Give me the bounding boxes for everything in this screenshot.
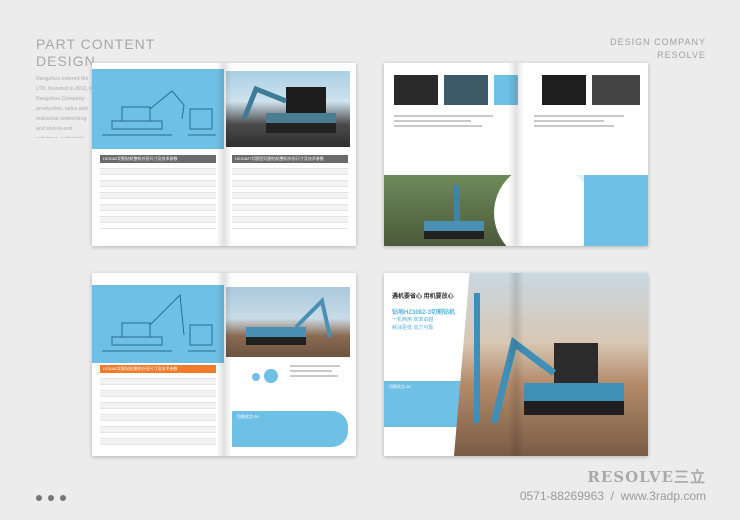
advantage-box-3: 切割优点 05 (232, 411, 348, 447)
brochure-spread-2 (384, 63, 648, 246)
footer-website[interactable]: www.3radp.com (621, 489, 706, 503)
accent-dot-small (252, 373, 260, 381)
spec-table-3-caption: HZ308Z切割钻机整机外形尺寸及技术参数 (100, 365, 216, 373)
advantage-box-4-title: 切割优点 04 (389, 384, 411, 389)
spec-table-3: HZ308Z切割钻机整机外形尺寸及技术参数 (100, 365, 216, 447)
title-line-1: PART CONTENT (36, 36, 156, 52)
dimension-diagram-panel-3 (92, 285, 224, 363)
pagination-dots[interactable] (36, 488, 72, 506)
excavator-dimension-drawing-3 (102, 293, 216, 352)
intro-paragraph: Hangzhou entered the LTD, founded in 201… (36, 76, 93, 138)
spec-table-left-caption: HZ308Z切割钻机整机外形尺寸及技术参数 (100, 155, 216, 163)
hero-excavator-photo (454, 273, 648, 456)
excavator-photo-3 (226, 287, 350, 357)
detail-text-block-left (394, 115, 504, 130)
footer-phone: 0571-88269963 (519, 489, 604, 503)
text-block-3 (290, 365, 346, 380)
detail-text-block-right (534, 115, 634, 130)
spec-table-right-caption: HZ308ZT切割型切割钻机整机外形尺寸及技术参数 (232, 155, 348, 163)
spec-table-left: HZ308Z切割钻机整机外形尺寸及技术参数 (100, 155, 216, 233)
page-dot-2[interactable] (48, 495, 54, 501)
brochure-spread-1: HZ308Z切割钻机整机外形尺寸及技术参数 HZ308ZT切割型切割钻机整机外形… (92, 63, 356, 246)
accent-dot-large (264, 369, 278, 383)
footer-brand: RESOLVE三立 (587, 468, 706, 486)
detail-photo-3 (542, 75, 586, 105)
brochure-spread-3: HZ308Z切割钻机整机外形尺寸及技术参数 切割优点 05 (92, 273, 356, 456)
excavator-dimension-drawing (102, 90, 216, 136)
detail-photo-2 (444, 75, 488, 105)
detail-photo-1 (394, 75, 438, 105)
company-name-line-1: DESIGN COMPANY (610, 37, 706, 47)
brochure-spread-4: 遇机要省心 用机要放心 钻地HZ308Z-3切割钻机 一机两用 效率卓越 耗油更… (384, 273, 648, 456)
company-block: DESIGN COMPANY RESOLVE (610, 36, 706, 62)
page-dot-3[interactable] (60, 495, 66, 501)
excavator-photo (226, 71, 350, 147)
hero-excavator-illustration (474, 293, 624, 424)
detail-photo-4 (592, 75, 640, 105)
footer-contact: 0571-88269963 / www.3radp.com (519, 489, 706, 503)
dimension-diagram-panel (92, 69, 224, 149)
company-name-line-2: RESOLVE (657, 50, 706, 60)
footer-block: RESOLVE三立 0571-88269963 / www.3radp.com (520, 466, 706, 503)
advantage-box-3-title: 切割优点 05 (237, 414, 259, 419)
excavator-photo-illustration-3 (246, 297, 332, 345)
feature-list-panel (584, 175, 648, 246)
spec-table-right: HZ308ZT切割型切割钻机整机外形尺寸及技术参数 (232, 155, 348, 233)
excavator-photo-illustration (241, 85, 336, 133)
page-dot-1[interactable] (36, 495, 42, 501)
